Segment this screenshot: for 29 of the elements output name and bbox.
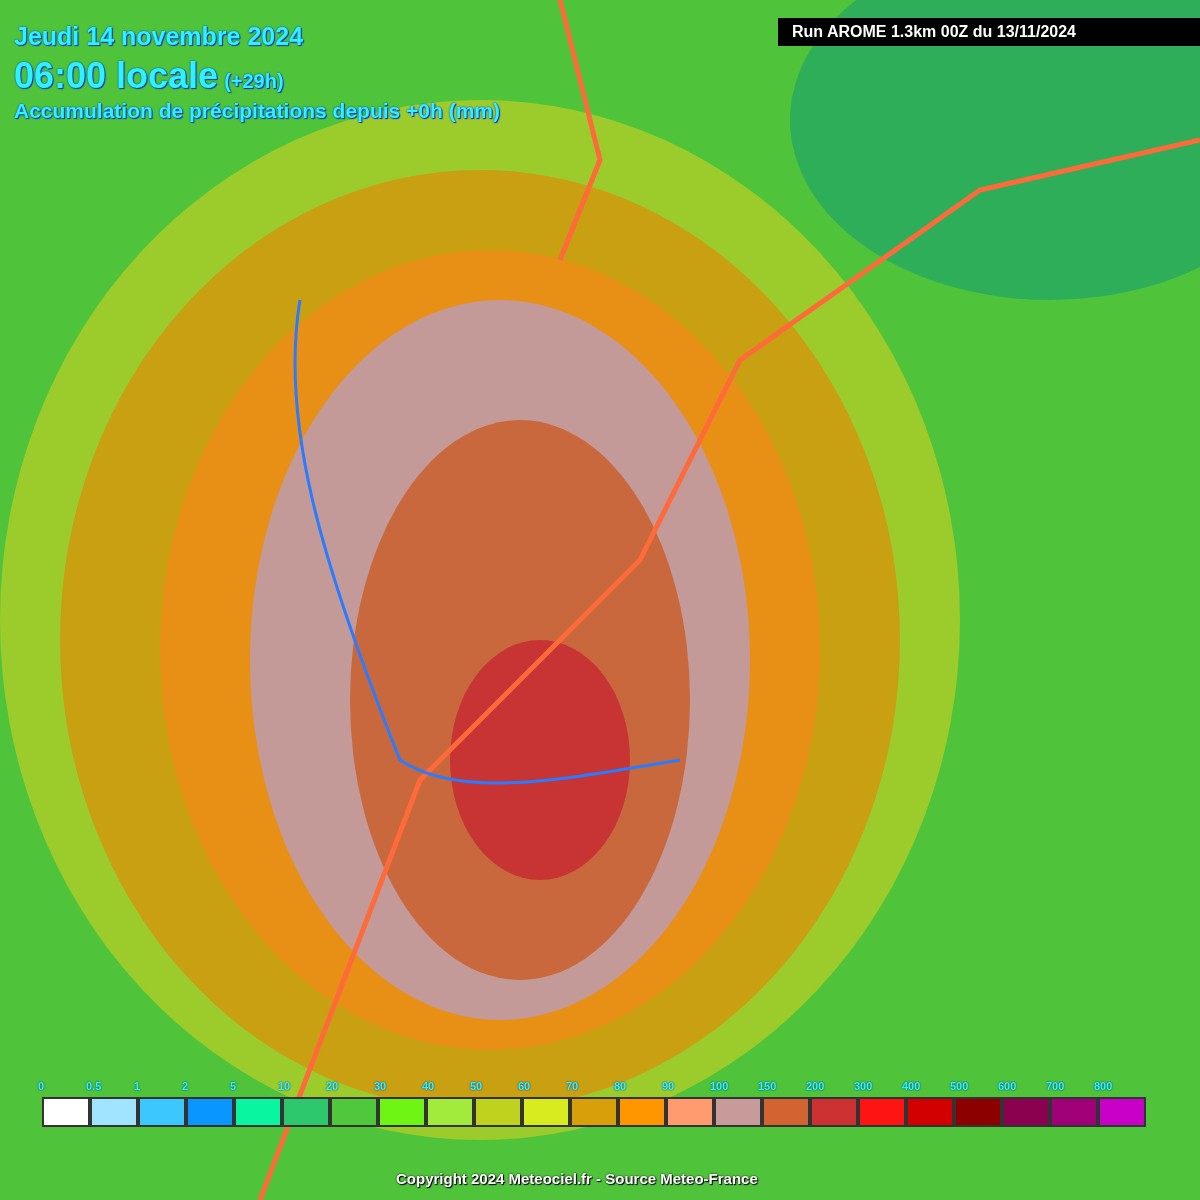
legend-tick: 10 bbox=[278, 1080, 291, 1094]
legend-tick: 90 bbox=[662, 1080, 675, 1094]
legend-tick: 80 bbox=[614, 1080, 627, 1094]
legend-tick: 800 bbox=[1094, 1080, 1113, 1094]
legend-tick: 30 bbox=[374, 1080, 387, 1094]
legend-tick: 5 bbox=[230, 1080, 237, 1094]
legend-tick: 150 bbox=[758, 1080, 777, 1094]
date-title: Jeudi 14 novembre 2024 bbox=[14, 22, 305, 51]
time-title: 06:00 locale bbox=[14, 55, 219, 97]
run-label: Run AROME 1.3km 00Z du 13/11/2024 bbox=[778, 18, 1200, 46]
legend-tick: 100 bbox=[710, 1080, 729, 1094]
legend-tick: 60 bbox=[518, 1080, 531, 1094]
legend-tick: 400 bbox=[902, 1080, 921, 1094]
map-subtitle: Accumulation de précipitations depuis +0h (mm) bbox=[14, 99, 500, 123]
legend-tick: 2 bbox=[182, 1080, 189, 1094]
legend-tick: 200 bbox=[806, 1080, 825, 1094]
legend-tick: 0.5 bbox=[86, 1080, 102, 1094]
forecast-offset: (+29h) bbox=[224, 70, 284, 93]
legend-tick: 50 bbox=[470, 1080, 483, 1094]
legend-tick: 0 bbox=[38, 1080, 45, 1094]
copyright-text: Copyright 2024 Meteociel.fr - Source Meteo-France bbox=[396, 1170, 758, 1187]
legend-tick: 1 bbox=[134, 1080, 141, 1094]
legend-tick: 20 bbox=[326, 1080, 339, 1094]
legend-tick: 70 bbox=[566, 1080, 579, 1094]
legend-tick: 300 bbox=[854, 1080, 873, 1094]
legend-tick: 500 bbox=[950, 1080, 969, 1094]
legend-tick: 700 bbox=[1046, 1080, 1065, 1094]
legend-tick: 40 bbox=[422, 1080, 435, 1094]
legend-tick: 600 bbox=[998, 1080, 1017, 1094]
